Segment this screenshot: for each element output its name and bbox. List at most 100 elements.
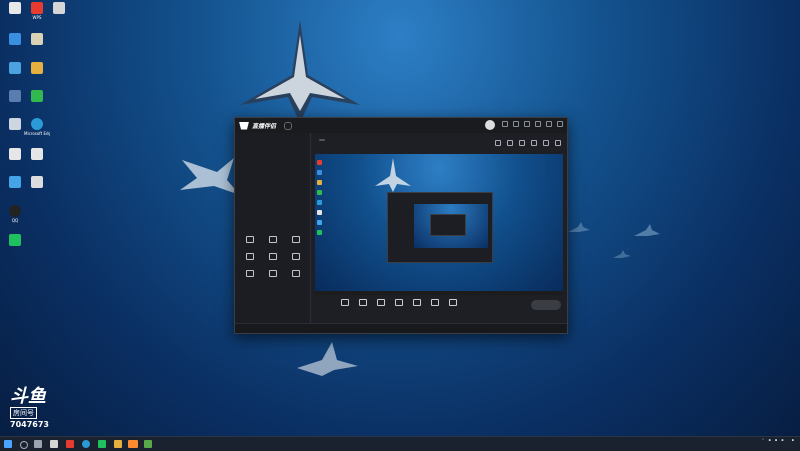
settings-icon[interactable] — [502, 121, 508, 127]
douyu-watermark: 斗鱼 房间号 7047673 — [10, 388, 60, 429]
menu-icon[interactable] — [524, 121, 530, 127]
bell-icon[interactable] — [531, 140, 537, 146]
tool-4[interactable] — [238, 253, 261, 262]
task-view-icon[interactable] — [34, 440, 42, 448]
chat-icon[interactable] — [543, 140, 549, 146]
status-bar — [235, 323, 567, 333]
bottom-tool-3[interactable] — [377, 299, 385, 308]
tool-icon — [245, 270, 254, 277]
tool-5[interactable] — [261, 253, 284, 262]
version-badge — [284, 122, 292, 130]
file-icon — [9, 2, 21, 14]
maximize-icon[interactable] — [546, 121, 552, 127]
network-icon[interactable]: ▪ — [769, 438, 771, 442]
tool-3[interactable] — [285, 236, 308, 245]
start-icon[interactable] — [4, 440, 12, 448]
wps-icon — [31, 2, 43, 14]
douyu-logo: 斗鱼 — [10, 386, 46, 407]
record-icon[interactable] — [519, 140, 525, 146]
desktop-icon-7[interactable] — [24, 62, 50, 75]
edge-taskbar-icon[interactable] — [82, 440, 90, 448]
layout-icon[interactable] — [495, 140, 501, 146]
tray-arrow-icon[interactable]: ^ — [762, 438, 765, 442]
edge-icon — [31, 118, 43, 130]
monitor-icon — [341, 299, 349, 306]
scene-panel — [235, 133, 311, 323]
desktop-icon-edge[interactable]: Microsoft Edge — [24, 118, 50, 136]
document-icon — [31, 176, 43, 188]
bottom-tool-1[interactable] — [341, 299, 349, 308]
bottom-tool-7[interactable] — [449, 299, 457, 308]
header-badge — [319, 139, 325, 141]
logo-icon — [239, 121, 249, 130]
wechat-icon — [31, 90, 43, 102]
bottom-tool-5[interactable] — [413, 299, 421, 308]
room-number: 7047673 — [10, 420, 49, 429]
folder-taskbar-icon[interactable] — [114, 440, 122, 448]
tool-icon — [292, 270, 301, 277]
minimize-icon[interactable] — [535, 121, 541, 127]
user-avatar[interactable] — [485, 120, 495, 130]
bottom-tool-6[interactable] — [431, 299, 439, 308]
share-icon[interactable] — [555, 140, 561, 146]
tool-9[interactable] — [285, 270, 308, 279]
message-icon[interactable] — [513, 121, 519, 127]
recycle-bin-icon — [9, 90, 21, 102]
folder-icon — [31, 62, 43, 74]
manta-ray-bottom — [297, 342, 358, 376]
tool-icon — [292, 236, 301, 243]
app-icon — [9, 234, 21, 246]
ime-icon[interactable]: ▪ — [781, 438, 783, 442]
taskbar-app-2-icon[interactable] — [98, 440, 106, 448]
bottom-toolbar — [341, 299, 457, 308]
computer-icon — [9, 33, 21, 45]
desktop-icon-qq[interactable]: QQ — [2, 205, 28, 223]
streaming-app-window: 直播伴侣 — [234, 117, 568, 334]
desktop-icon-17[interactable] — [2, 234, 28, 247]
stream-preview[interactable] — [315, 154, 563, 295]
tool-icon — [268, 253, 277, 260]
qq-icon — [9, 205, 21, 217]
app-logo: 直播伴侣 — [239, 121, 276, 130]
wps-taskbar-icon[interactable] — [66, 440, 74, 448]
taskbar-app-3-icon[interactable] — [144, 440, 152, 448]
tool-7[interactable] — [238, 270, 261, 279]
document-icon — [31, 33, 43, 45]
tool-2[interactable] — [261, 236, 284, 245]
tool-icon — [245, 253, 254, 260]
tool-icon — [245, 236, 254, 243]
desktop-icon-9[interactable] — [24, 90, 50, 103]
taskbar-app-1-icon[interactable] — [50, 440, 58, 448]
tool-icon — [292, 253, 301, 260]
notification-icon[interactable]: ▪ — [792, 438, 794, 442]
taskbar: ^ ▪ ▪ ▪ ▪ — [0, 436, 800, 451]
close-icon[interactable] — [557, 121, 563, 127]
manta-ray-right-1 — [634, 224, 660, 236]
volume-icon[interactable]: ▪ — [775, 438, 777, 442]
tool-6[interactable] — [285, 253, 308, 262]
desktop-icon-3[interactable] — [46, 2, 72, 15]
tool-icon — [268, 236, 277, 243]
system-tray: ^ ▪ ▪ ▪ ▪ — [762, 438, 794, 442]
screen-icon[interactable] — [507, 140, 513, 146]
main-area — [311, 133, 567, 323]
document-icon — [31, 148, 43, 160]
desktop-icon-13[interactable] — [24, 148, 50, 161]
desktop-icon-5[interactable] — [24, 33, 50, 46]
start-live-button[interactable] — [531, 300, 561, 310]
search-icon[interactable] — [20, 441, 28, 449]
scene-item[interactable] — [235, 139, 310, 145]
desktop-icon-15[interactable] — [24, 176, 50, 189]
microphone-icon — [413, 299, 421, 306]
tool-1[interactable] — [238, 236, 261, 245]
streaming-app-taskbar-icon[interactable] — [128, 440, 138, 448]
screen-share-icon — [377, 299, 385, 306]
speaker-icon — [431, 299, 439, 306]
bottom-tool-2[interactable] — [359, 299, 367, 308]
video-icon — [9, 176, 21, 188]
bottom-tool-4[interactable] — [395, 299, 403, 308]
manta-ray-right-2 — [568, 222, 590, 232]
tool-8[interactable] — [261, 270, 284, 279]
settings-icon — [449, 299, 457, 306]
camera-icon — [359, 299, 367, 306]
